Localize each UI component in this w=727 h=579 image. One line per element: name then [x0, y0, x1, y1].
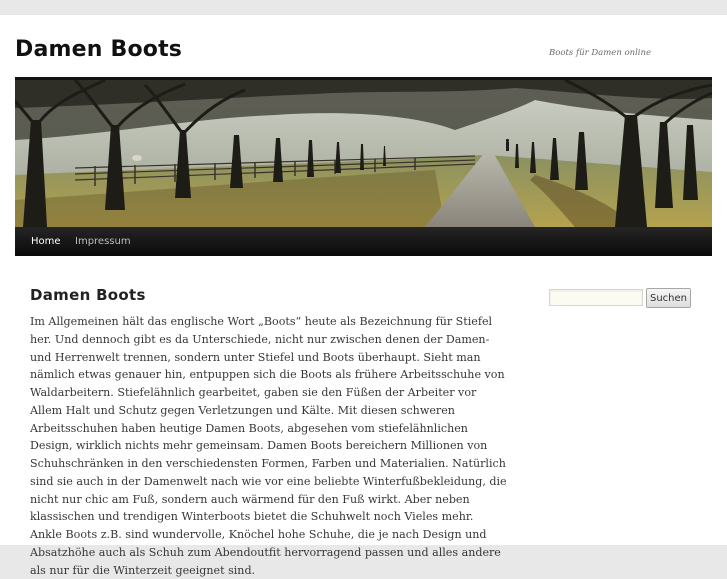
site-title[interactable]: Damen Boots	[15, 37, 182, 62]
article-title[interactable]: Damen Boots	[30, 286, 146, 304]
article-body: Im Allgemeinen hält das englische Wort „…	[30, 315, 507, 577]
search-input[interactable]	[549, 289, 643, 306]
nav-item-home[interactable]: Home	[23, 227, 69, 256]
main-navigation: Home Impressum	[15, 227, 712, 256]
header-banner-image[interactable]	[15, 80, 712, 227]
page: Damen Boots Boots für Damen online Home …	[0, 15, 727, 577]
site-description: Boots für Damen online	[549, 48, 652, 58]
search-button[interactable]: Suchen	[646, 288, 691, 308]
nav-item-impressum[interactable]: Impressum	[67, 227, 139, 256]
